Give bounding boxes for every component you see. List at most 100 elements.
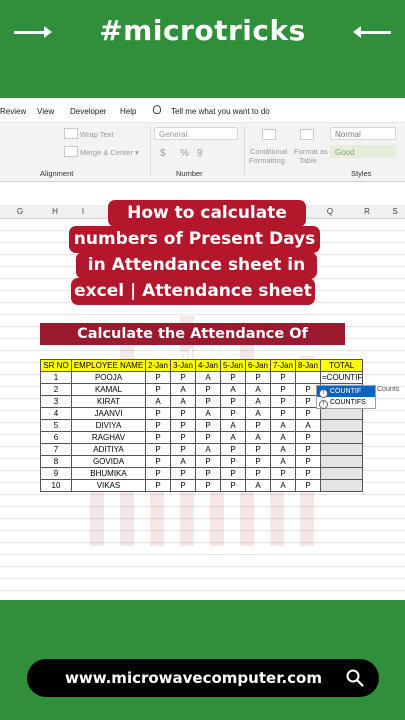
cell-attendance[interactable]: P (270, 467, 296, 480)
cell-employee-name[interactable]: BHUMIKA (71, 467, 146, 480)
header-sr-no[interactable]: SR NO (40, 359, 72, 372)
column-header[interactable]: R (352, 207, 382, 216)
cell-attendance[interactable]: P (195, 455, 221, 468)
style-good[interactable]: Good (330, 145, 396, 158)
search-icon[interactable] (346, 669, 364, 687)
style-normal[interactable]: Normal (330, 127, 396, 140)
cell-attendance[interactable]: A (170, 395, 196, 408)
cell-attendance[interactable]: A (245, 431, 271, 444)
cell-attendance[interactable]: P (245, 455, 271, 468)
cell-attendance[interactable]: P (220, 455, 246, 468)
cell-employee-name[interactable]: ADITIYA (71, 443, 146, 456)
cell-attendance[interactable]: P (220, 467, 246, 480)
cell-attendance[interactable]: P (295, 479, 321, 492)
autocomplete-countif[interactable]: f COUNTIF (317, 386, 375, 398)
cell-attendance[interactable]: P (220, 371, 246, 384)
cell-attendance[interactable]: P (195, 467, 221, 480)
cell-attendance[interactable]: A (145, 395, 171, 408)
cell-attendance[interactable]: A (270, 431, 296, 444)
cell-attendance[interactable]: A (270, 455, 296, 468)
cell-attendance[interactable]: P (245, 419, 271, 432)
cell-sr-no[interactable]: 9 (40, 467, 72, 480)
cell-sr-no[interactable]: 2 (40, 383, 72, 396)
cell-attendance[interactable]: P (145, 467, 171, 480)
cell-sr-no[interactable]: 1 (40, 371, 72, 384)
url-pill[interactable]: www.microwavecomputer.com (27, 659, 379, 697)
cell-employee-name[interactable]: RAGHAV (71, 431, 146, 444)
cell-employee-name[interactable]: JAANVI (71, 407, 146, 420)
cell-total[interactable] (319, 443, 364, 456)
cell-attendance[interactable]: P (195, 431, 221, 444)
cell-attendance[interactable]: A (295, 419, 321, 432)
menu-view[interactable]: View (37, 107, 54, 116)
cell-attendance[interactable]: A (170, 455, 196, 468)
menu-help[interactable]: Help (120, 107, 136, 116)
cell-attendance[interactable]: P (170, 371, 196, 384)
cell-attendance[interactable]: A (245, 383, 271, 396)
cell-attendance[interactable]: P (295, 431, 321, 444)
cell-attendance[interactable]: A (245, 479, 271, 492)
cell-total[interactable] (319, 467, 364, 480)
cell-attendance[interactable]: P (195, 479, 221, 492)
cell-attendance[interactable]: P (170, 431, 196, 444)
column-header[interactable]: S (380, 207, 405, 216)
cell-total-formula[interactable]: =COUNTIF (319, 371, 364, 384)
header-total[interactable]: TOTAL (319, 359, 364, 372)
cell-attendance[interactable]: P (170, 419, 196, 432)
cell-attendance[interactable]: P (145, 431, 171, 444)
cell-sr-no[interactable]: 7 (40, 443, 72, 456)
merge-center-button[interactable]: Merge & Center (80, 148, 133, 157)
header-date[interactable]: 6-Jan (245, 359, 271, 372)
cell-total[interactable] (319, 455, 364, 468)
cell-employee-name[interactable]: VIKAS (71, 479, 146, 492)
header-employee-name[interactable]: EMPLOYEE NAME (71, 359, 146, 372)
cell-attendance[interactable]: P (270, 383, 296, 396)
header-date[interactable]: 3-Jan (170, 359, 196, 372)
conditional-formatting-line1[interactable]: Conditional (250, 147, 288, 156)
cell-attendance[interactable]: A (195, 443, 221, 456)
format-as-table-line1[interactable]: Format as (294, 147, 328, 156)
cell-attendance[interactable]: P (145, 479, 171, 492)
cell-total[interactable] (319, 407, 364, 420)
column-header[interactable]: G (5, 207, 35, 216)
cell-attendance[interactable]: P (245, 467, 271, 480)
cell-attendance[interactable]: P (295, 443, 321, 456)
conditional-formatting-line2[interactable]: Formatting (249, 156, 285, 165)
cell-attendance[interactable]: P (295, 455, 321, 468)
cell-attendance[interactable]: P (270, 371, 296, 384)
cell-attendance[interactable]: P (145, 383, 171, 396)
cell-attendance[interactable]: A (245, 395, 271, 408)
comma-button[interactable]: 9 (197, 148, 203, 159)
cell-total[interactable] (319, 479, 364, 492)
cell-attendance[interactable]: P (145, 419, 171, 432)
cell-attendance[interactable]: A (245, 407, 271, 420)
cell-sr-no[interactable]: 5 (40, 419, 72, 432)
merge-dropdown-icon[interactable]: ▾ (135, 148, 139, 157)
cell-attendance[interactable]: A (170, 383, 196, 396)
cell-attendance[interactable]: P (195, 419, 221, 432)
cell-attendance[interactable]: A (270, 443, 296, 456)
cell-attendance[interactable]: P (170, 479, 196, 492)
cell-attendance[interactable]: P (195, 395, 221, 408)
header-date[interactable]: 4-Jan (195, 359, 221, 372)
column-header[interactable]: H (40, 207, 70, 216)
cell-employee-name[interactable]: KIRAT (71, 395, 146, 408)
cell-attendance[interactable]: P (220, 479, 246, 492)
cell-sr-no[interactable]: 8 (40, 455, 72, 468)
autocomplete-countifs[interactable]: f COUNTIFS (317, 397, 375, 409)
cell-attendance[interactable]: P (245, 371, 271, 384)
cell-attendance[interactable]: P (145, 455, 171, 468)
cell-sr-no[interactable]: 10 (40, 479, 72, 492)
cell-attendance[interactable]: A (270, 419, 296, 432)
cell-attendance[interactable]: P (170, 467, 196, 480)
header-date[interactable]: 5-Jan (220, 359, 246, 372)
cell-employee-name[interactable]: KAMAL (71, 383, 146, 396)
currency-button[interactable]: $ (160, 148, 166, 159)
cell-attendance[interactable]: P (145, 443, 171, 456)
cell-total[interactable] (319, 419, 364, 432)
menu-developer[interactable]: Developer (70, 107, 106, 116)
cell-attendance[interactable]: P (145, 371, 171, 384)
cell-employee-name[interactable]: POOJA (71, 371, 146, 384)
cell-attendance[interactable]: A (195, 407, 221, 420)
tell-me-search[interactable]: Tell me what you want to do (171, 107, 270, 116)
